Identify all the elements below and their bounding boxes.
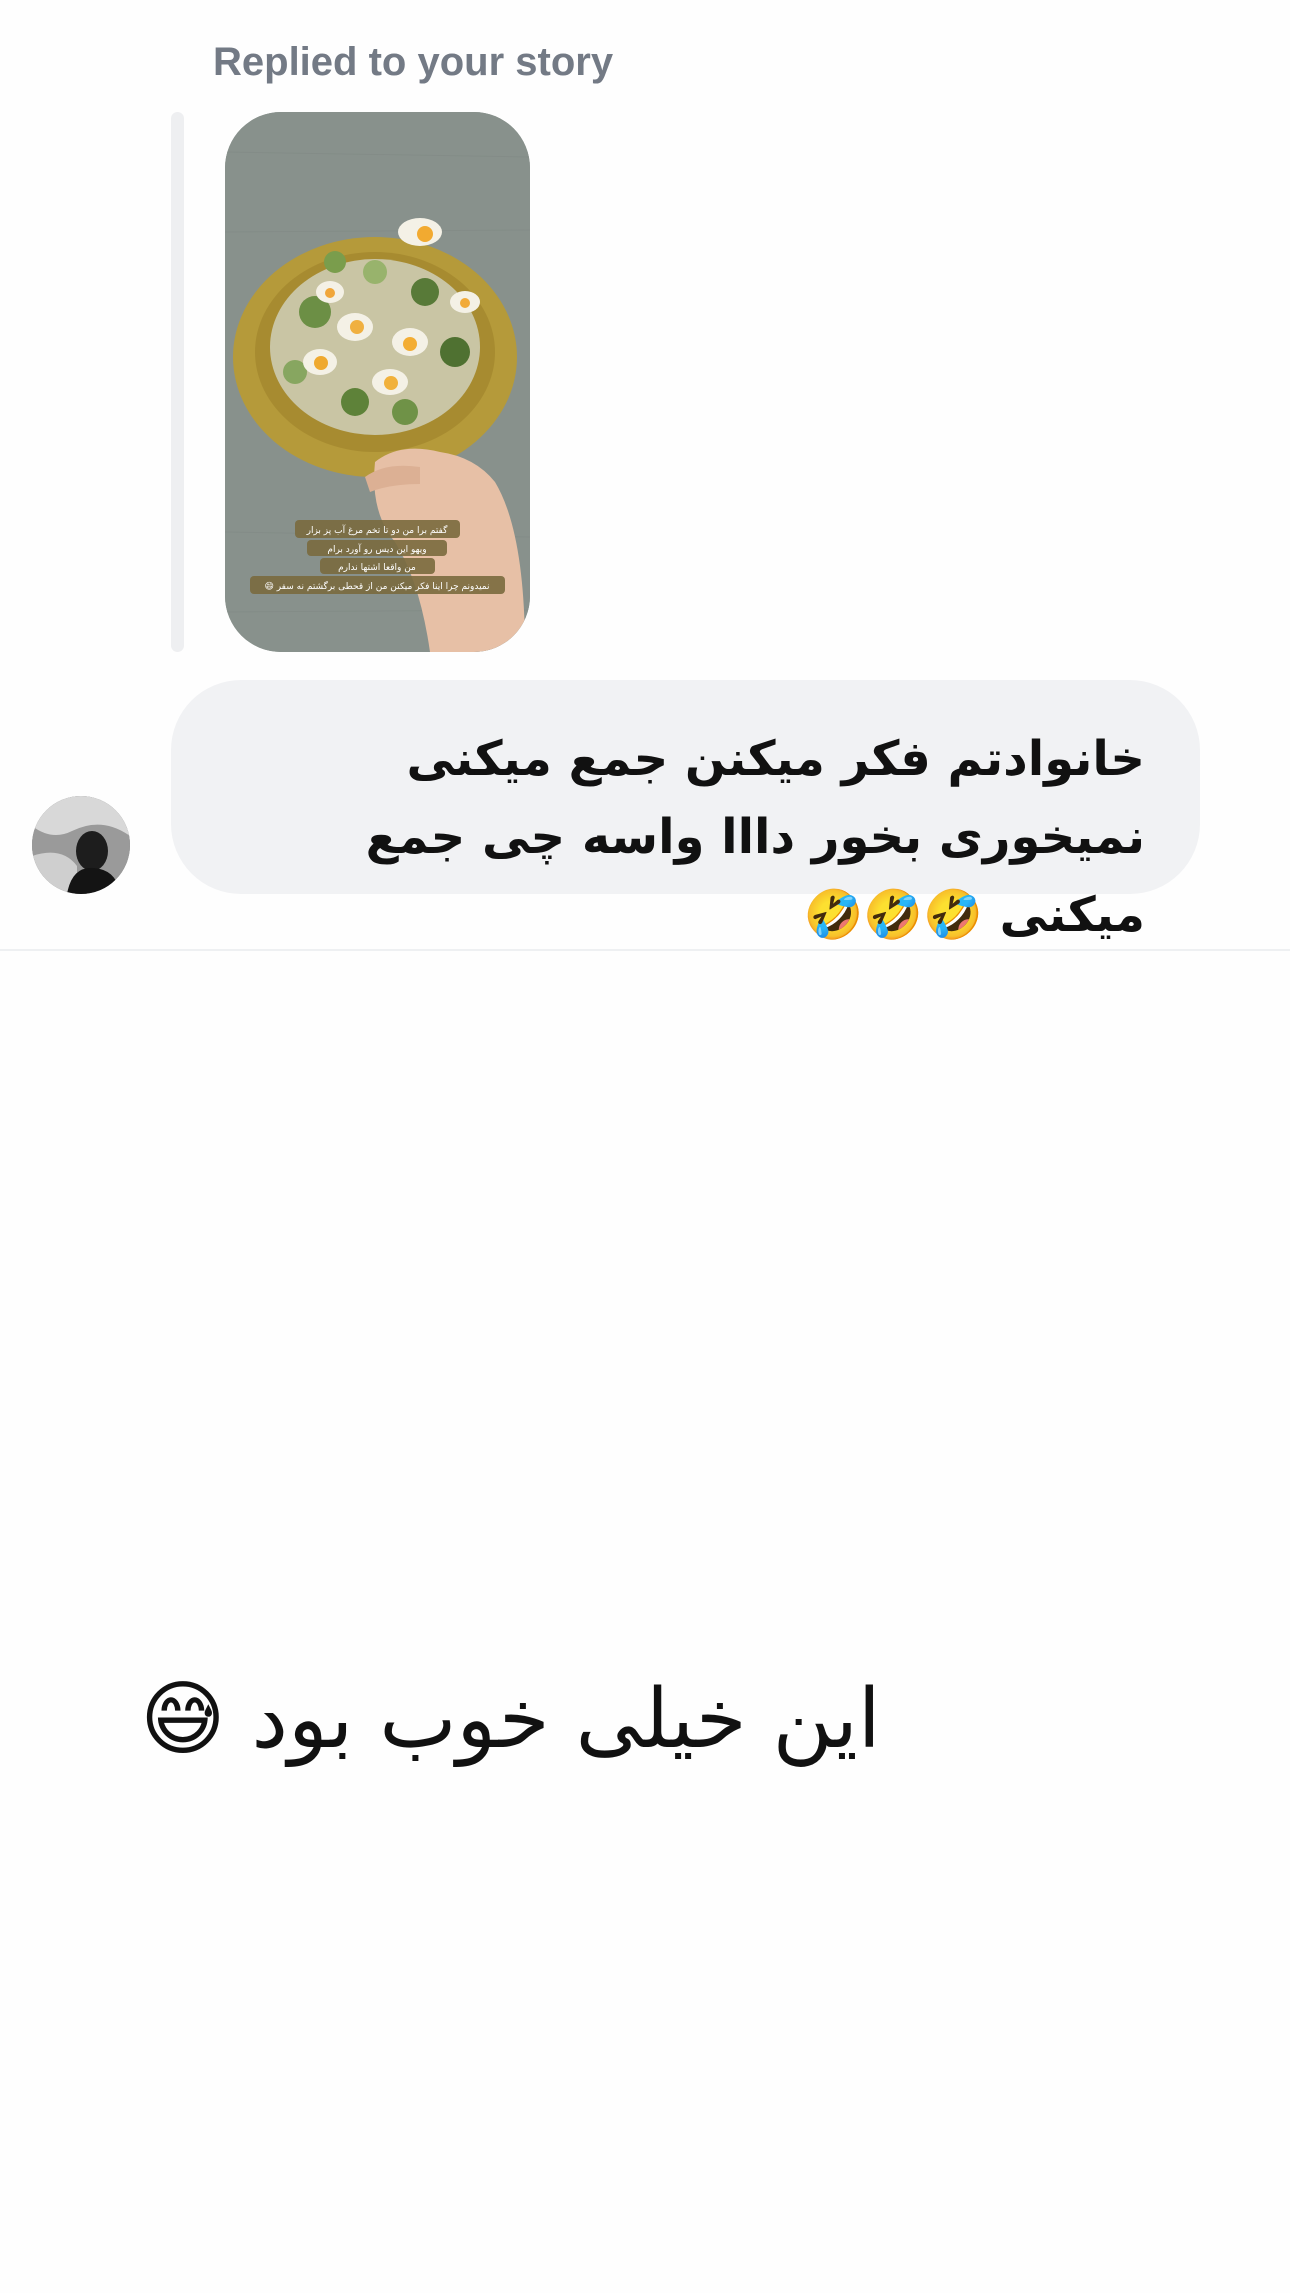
- incoming-message-bubble[interactable]: خانوادتم فکر میکنن جمع میکنی نمیخوری بخو…: [171, 680, 1200, 943]
- story-overlay-line-3: من واقعا اشتها ندارم: [338, 563, 416, 573]
- story-thumbnail[interactable]: گفتم برا من دو تا تخم مرغ آب پز بزار ویه…: [225, 112, 530, 652]
- incoming-message-text: خانوادتم فکر میکنن جمع میکنی نمیخوری بخو…: [365, 731, 1145, 943]
- story-overlay-line-1: گفتم برا من دو تا تخم مرغ آب پز بزار: [306, 524, 448, 536]
- story-overlay-line-4: نمیدونم چرا اینا فکر میکنن من از قحطی بر…: [264, 580, 489, 592]
- message-divider: [0, 949, 1290, 951]
- story-reply-label: Replied to your story: [213, 40, 614, 84]
- reply-quote-bar: [171, 112, 184, 652]
- outgoing-message-text[interactable]: این خیلی خوب بود 😅: [140, 1660, 910, 1780]
- story-overlay-line-2: ویهو این دیس رو آورد برام: [327, 543, 426, 555]
- sender-avatar[interactable]: [32, 796, 130, 894]
